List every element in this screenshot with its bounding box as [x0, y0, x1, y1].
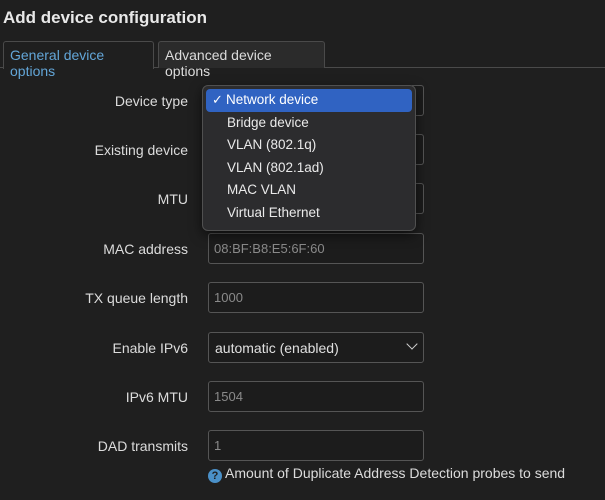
mac-address-row: MAC address 08:BF:B8:E5:6F:60 — [0, 233, 605, 265]
device-type-label: Device type — [114, 93, 188, 109]
dropdown-option-label: Network device — [226, 92, 319, 107]
dad-transmits-label: DAD transmits — [97, 438, 188, 454]
chevron-down-icon — [406, 338, 418, 350]
dropdown-option-vlan-8021ad[interactable]: VLAN (802.1ad) — [206, 157, 412, 180]
dad-transmits-hint: ? Amount of Duplicate Address Detection p… — [208, 465, 565, 483]
tx-queue-length-row: TX queue length 1000 — [0, 282, 605, 314]
mac-address-input[interactable]: 08:BF:B8:E5:6F:60 — [208, 233, 424, 264]
page-title: Add device configuration — [3, 8, 208, 27]
dropdown-option-label: VLAN (802.1ad) — [227, 159, 324, 175]
mtu-label: MTU — [157, 191, 188, 207]
ipv6-mtu-row: IPv6 MTU 1504 — [0, 381, 605, 413]
dropdown-option-label: Bridge device — [227, 114, 309, 130]
enable-ipv6-label: Enable IPv6 — [112, 340, 189, 356]
tab-advanced-device-options[interactable]: Advanced device options — [158, 41, 325, 79]
help-icon: ? — [208, 469, 222, 483]
dad-transmits-row: DAD transmits 1 — [0, 430, 605, 462]
ipv6-mtu-label: IPv6 MTU — [125, 389, 188, 405]
existing-device-label: Existing device — [94, 142, 188, 158]
dropdown-option-mac-vlan[interactable]: MAC VLAN — [206, 179, 412, 202]
tab-bar: General device options Advanced device o… — [0, 41, 605, 79]
dropdown-option-network-device[interactable]: ✓ Network device — [206, 89, 412, 112]
ipv6-mtu-input[interactable]: 1504 — [208, 381, 424, 412]
dad-transmits-input[interactable]: 1 — [208, 430, 424, 461]
dropdown-option-virtual-ethernet[interactable]: Virtual Ethernet — [206, 202, 412, 225]
enable-ipv6-row: Enable IPv6 automatic (enabled) — [0, 332, 605, 364]
enable-ipv6-select[interactable]: automatic (enabled) — [208, 332, 424, 363]
dropdown-option-bridge-device[interactable]: Bridge device — [206, 112, 412, 135]
dropdown-option-label: Virtual Ethernet — [227, 204, 320, 220]
dropdown-option-vlan-8021q[interactable]: VLAN (802.1q) — [206, 134, 412, 157]
dropdown-option-label: VLAN (802.1q) — [227, 137, 317, 153]
enable-ipv6-value: automatic (enabled) — [215, 340, 339, 356]
checkmark-icon: ✓ — [212, 92, 223, 107]
device-type-dropdown-menu: ✓ Network device Bridge device VLAN (802… — [202, 85, 416, 231]
tx-queue-length-label: TX queue length — [85, 290, 188, 306]
dropdown-option-label: MAC VLAN — [227, 182, 297, 198]
tx-queue-length-input[interactable]: 1000 — [208, 282, 424, 313]
dad-transmits-hint-text: Amount of Duplicate Address Detection pr… — [225, 465, 566, 481]
mac-address-label: MAC address — [103, 241, 188, 257]
tab-general-device-options[interactable]: General device options — [3, 41, 154, 79]
